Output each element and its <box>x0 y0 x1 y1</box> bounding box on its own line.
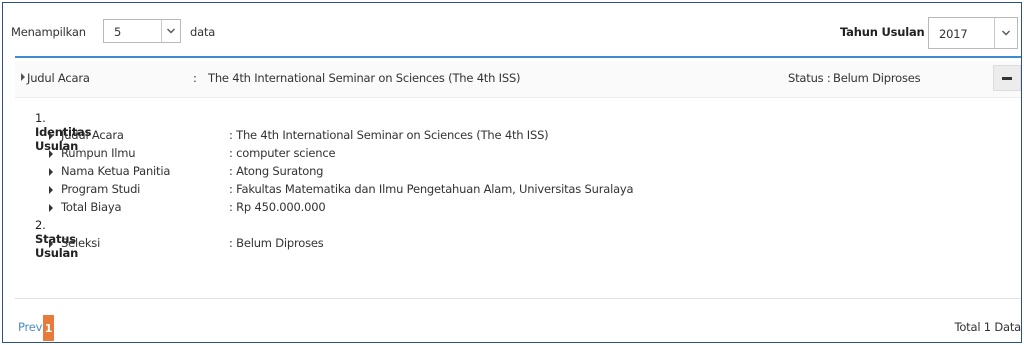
detail-value: : Belum Diproses <box>229 236 324 250</box>
detail-label: Nama Ketua Panitia <box>61 164 171 178</box>
detail-label: Total Biaya <box>61 200 122 214</box>
caret-right-icon <box>49 132 53 140</box>
year-select[interactable]: 2017 <box>928 17 1018 49</box>
status-value: Belum Diproses <box>833 71 921 85</box>
detail-label: Seleksi <box>61 236 101 250</box>
minus-icon <box>1002 76 1012 80</box>
caret-right-icon <box>21 73 25 81</box>
detail-value: : Rp 450.000.000 <box>229 200 326 214</box>
chevron-down-icon <box>161 20 180 42</box>
detail-value: : Atong Suratong <box>229 164 324 178</box>
detail-value: : The 4th International Seminar on Scien… <box>229 128 549 142</box>
detail-value: : computer science <box>229 146 336 160</box>
total-data-label: Total 1 Data <box>954 320 1021 334</box>
section-number: 1. <box>35 111 46 125</box>
page-1-button[interactable]: 1 <box>43 315 54 341</box>
header-divider <box>15 56 1021 58</box>
caret-right-icon <box>49 240 53 248</box>
item-title-value: The 4th International Seminar on Science… <box>208 71 521 85</box>
caret-right-icon <box>49 186 53 194</box>
data-label: data <box>190 25 216 39</box>
caret-right-icon <box>49 204 53 212</box>
caret-right-icon <box>49 150 53 158</box>
collapse-button[interactable] <box>993 65 1021 91</box>
year-value: 2017 <box>939 27 968 41</box>
caret-right-icon <box>49 168 53 176</box>
prev-page-link[interactable]: Prev <box>18 320 42 334</box>
chevron-down-icon <box>994 18 1017 48</box>
detail-label: Judul Acara <box>61 128 124 142</box>
page-size-select[interactable]: 5 <box>103 19 181 43</box>
year-label: Tahun Usulan <box>840 25 925 39</box>
detail-value: : Fakultas Matematika dan Ilmu Pengetahu… <box>229 182 634 196</box>
detail-label: Program Studi <box>61 182 141 196</box>
status-label: Status : <box>788 71 831 85</box>
section-number: 2. <box>35 218 46 232</box>
detail-label: Rumpun Ilmu <box>61 146 136 160</box>
proposal-panel: Menampilkan 5 data Tahun Usulan 2017 Jud… <box>2 2 1022 343</box>
item-title-label: Judul Acara <box>27 71 90 85</box>
footer-divider <box>15 298 1021 299</box>
proposal-item-header[interactable]: Judul Acara : The 4th International Semi… <box>15 61 1021 98</box>
item-title-colon: : <box>193 71 197 85</box>
toolbar: Menampilkan 5 data Tahun Usulan 2017 <box>3 3 1021 55</box>
page-size-value: 5 <box>114 25 122 39</box>
show-label: Menampilkan <box>11 25 86 39</box>
